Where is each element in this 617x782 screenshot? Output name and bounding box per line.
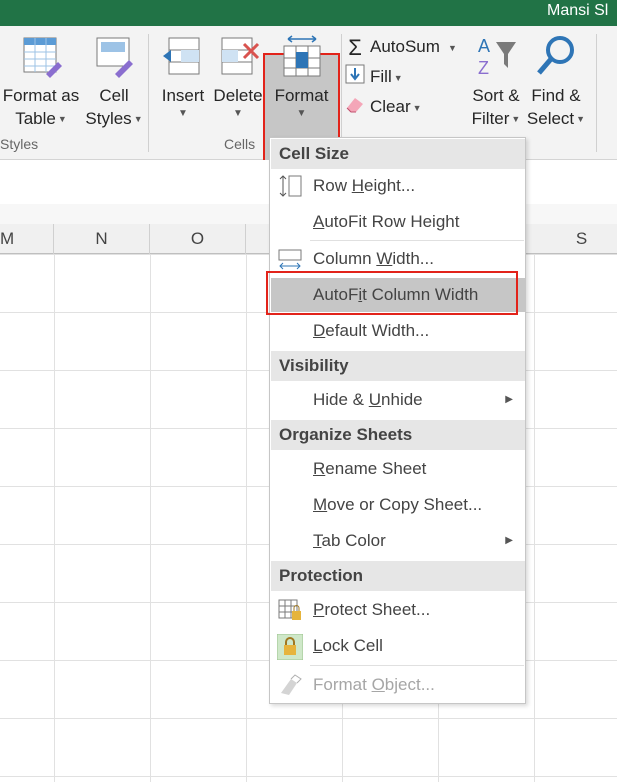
svg-text:A: A: [478, 36, 490, 56]
insert-cells-icon: [163, 37, 200, 75]
chevron-down-icon: ▼: [57, 114, 67, 125]
menu-item-autofit-row-height[interactable]: AutoFit Row Height: [271, 205, 525, 239]
menu-item-row-height[interactable]: Row Height...: [271, 169, 525, 203]
format-button[interactable]: Format ▼: [265, 34, 338, 121]
cell-styles-button[interactable]: Cell Styles ▼: [84, 34, 144, 131]
insert-button[interactable]: Insert ▼: [156, 34, 210, 121]
chevron-down-icon: ▼: [233, 108, 243, 119]
menu-divider: [310, 240, 524, 241]
column-header-m[interactable]: M: [0, 224, 54, 254]
chevron-down-icon: ▼: [393, 72, 403, 83]
menu-item-hide-unhide[interactable]: Hide & Unhide ▶: [271, 383, 525, 417]
menu-divider: [310, 665, 524, 666]
format-dropdown-menu: Cell Size Row Height... AutoFit Row Heig…: [269, 137, 526, 704]
menu-item-rename-sheet[interactable]: Rename Sheet: [271, 452, 525, 486]
clear-button[interactable]: Clear ▼: [344, 94, 422, 120]
cell-styles-icon: [96, 37, 133, 78]
group-divider: [148, 34, 149, 152]
lock-icon: [276, 633, 304, 661]
menu-item-lock-cell[interactable]: Lock Cell: [271, 629, 525, 663]
title-bar: Mansi Sl: [0, 0, 617, 26]
find-select-button[interactable]: Find & Select ▼: [526, 34, 586, 131]
grid-line: [150, 254, 151, 782]
fill-down-icon: [344, 64, 366, 91]
chevron-down-icon: ▼: [576, 114, 586, 125]
row-height-icon: [277, 174, 303, 198]
delete-button[interactable]: Delete ▼: [212, 34, 264, 121]
menu-item-format-object: Format Object...: [271, 668, 525, 702]
autofit-column-highlight: [266, 271, 518, 315]
format-as-table-button[interactable]: Format as Table ▼: [0, 34, 82, 131]
chevron-down-icon: ▼: [133, 114, 143, 125]
eraser-icon: [344, 94, 366, 121]
grid-line: [54, 254, 55, 782]
chevron-right-icon: ▶: [505, 394, 513, 405]
grid-line: [534, 254, 535, 782]
chevron-down-icon: ▼: [412, 102, 422, 113]
chevron-down-icon: ▼: [511, 114, 521, 125]
group-divider: [341, 34, 342, 152]
grid-line: [246, 254, 247, 782]
format-as-table-icon: [23, 37, 62, 78]
magnifier-icon: [537, 36, 574, 75]
column-header-s[interactable]: S: [534, 224, 617, 254]
format-cells-icon: [283, 35, 320, 77]
autosum-button[interactable]: Σ AutoSum ▼: [344, 34, 457, 60]
menu-section-visibility: Visibility: [271, 351, 525, 381]
user-name: Mansi Sl: [547, 2, 609, 19]
column-header-n[interactable]: N: [54, 224, 150, 254]
svg-text:Z: Z: [478, 58, 489, 78]
group-divider: [596, 34, 597, 152]
chevron-down-icon: ▼: [178, 108, 188, 119]
sort-filter-icon: A Z: [478, 36, 516, 78]
menu-section-cell-size: Cell Size: [271, 139, 525, 169]
cells-group-label: Cells: [224, 136, 256, 152]
menu-item-tab-color[interactable]: Tab Color ▶: [271, 524, 525, 558]
column-header-o[interactable]: O: [150, 224, 246, 254]
fill-button[interactable]: Fill ▼: [344, 64, 403, 90]
format-object-icon: [277, 673, 303, 697]
menu-item-move-copy-sheet[interactable]: Move or Copy Sheet...: [271, 488, 525, 522]
chevron-down-icon: ▼: [447, 42, 457, 53]
menu-item-default-width[interactable]: Default Width...: [271, 314, 525, 348]
menu-item-protect-sheet[interactable]: Protect Sheet...: [271, 593, 525, 627]
column-width-icon: [277, 247, 303, 271]
chevron-right-icon: ▶: [505, 535, 513, 546]
chevron-down-icon: ▼: [296, 108, 307, 119]
menu-section-organize-sheets: Organize Sheets: [271, 420, 525, 450]
sort-filter-button[interactable]: A Z Sort & Filter ▼: [466, 34, 526, 131]
delete-cells-icon: [221, 37, 260, 75]
protect-sheet-icon: [277, 598, 303, 622]
styles-group-label: Styles: [0, 136, 39, 152]
menu-section-protection: Protection: [271, 561, 525, 591]
sigma-icon: Σ: [348, 34, 362, 60]
